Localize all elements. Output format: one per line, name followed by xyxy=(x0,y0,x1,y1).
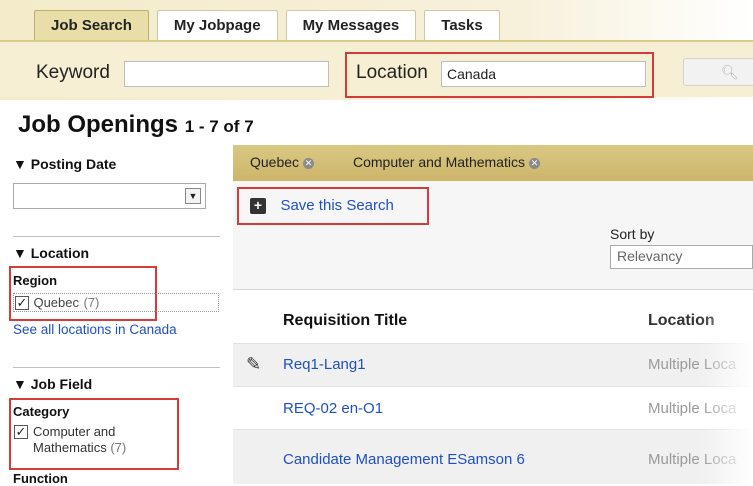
keyword-input[interactable] xyxy=(124,61,329,87)
plus-icon: + xyxy=(250,197,266,214)
results-count: 1 - 7 of 7 xyxy=(184,117,254,136)
see-all-locations-link[interactable]: See all locations in Canada xyxy=(13,322,177,337)
job-field-header[interactable]: ▼ Job Field xyxy=(13,376,92,392)
chevron-down-icon: ▼ xyxy=(185,188,201,204)
posting-date-header[interactable]: ▼ Posting Date xyxy=(13,156,116,172)
location-filter-header[interactable]: ▼ Location xyxy=(13,245,89,261)
column-header-title[interactable]: Requisition Title xyxy=(283,312,407,330)
table-row: ✎ Req1-Lang1 Multiple Loca xyxy=(233,343,753,386)
search-button[interactable]: 🔍︎ xyxy=(683,58,753,86)
tab-bar: Job Search My Jobpage My Messages Tasks xyxy=(34,10,500,40)
sort-by-label: Sort by xyxy=(610,226,655,242)
category-option-line-2: Mathematics xyxy=(33,440,107,455)
filter-chip-label: Quebec xyxy=(250,154,300,170)
filter-chip-computer-mathematics[interactable]: Computer and Mathematics ✕ xyxy=(353,154,540,170)
keyword-label: Keyword xyxy=(36,62,110,83)
pencil-icon[interactable]: ✎ xyxy=(246,354,261,375)
requisition-title-link[interactable]: REQ-02 en-O1 xyxy=(283,400,383,417)
region-option-quebec[interactable]: ✓ Quebec (7) xyxy=(13,293,219,312)
sort-select-value: Relevancy xyxy=(617,248,683,264)
remove-filter-icon[interactable]: ✕ xyxy=(303,157,315,169)
quebec-checkbox[interactable]: ✓ xyxy=(15,295,29,310)
search-icon: 🔍︎ xyxy=(721,64,739,80)
remove-filter-icon[interactable]: ✕ xyxy=(528,157,540,169)
category-label: Category xyxy=(13,404,70,419)
location-label: Location xyxy=(356,62,428,83)
category-option-computer-mathematics[interactable]: Computer and Mathematics (7) xyxy=(33,424,126,456)
region-label: Region xyxy=(13,273,58,288)
posting-date-select[interactable]: ▼ xyxy=(13,183,206,209)
sort-select[interactable]: Relevancy xyxy=(610,245,753,269)
row-location: Multiple Loca xyxy=(648,356,737,373)
tab-my-jobpage[interactable]: My Jobpage xyxy=(156,10,278,40)
computer-mathematics-checkbox[interactable]: ✓ xyxy=(14,425,28,439)
divider xyxy=(13,236,220,237)
row-location: Multiple Loca xyxy=(648,400,737,417)
table-row: Candidate Management ESamson 6 Multiple … xyxy=(233,429,753,484)
page-title: Job Openings 1 - 7 of 7 xyxy=(18,111,254,139)
column-header-location[interactable]: Location xyxy=(648,312,715,330)
requisition-title-link[interactable]: Req1-Lang1 xyxy=(283,356,366,373)
tab-my-messages[interactable]: My Messages xyxy=(285,10,417,40)
quebec-label: Quebec xyxy=(33,295,79,310)
filter-chip-quebec[interactable]: Quebec ✕ xyxy=(250,154,315,170)
tab-tasks[interactable]: Tasks xyxy=(424,10,500,40)
category-count: (7) xyxy=(110,440,127,455)
row-location: Multiple Loca xyxy=(648,451,737,468)
divider xyxy=(13,367,220,368)
location-input[interactable] xyxy=(441,61,646,87)
page-title-text: Job Openings xyxy=(18,111,179,138)
quebec-count: (7) xyxy=(83,295,100,310)
save-search-label: Save this Search xyxy=(280,197,394,214)
requisition-title-link[interactable]: Candidate Management ESamson 6 xyxy=(283,451,525,468)
save-search-button[interactable]: + Save this Search xyxy=(250,197,394,215)
category-option-line-1: Computer and xyxy=(33,424,116,439)
table-row: REQ-02 en-O1 Multiple Loca xyxy=(233,386,753,429)
filter-chip-label: Computer and Mathematics xyxy=(353,154,525,170)
tab-job-search[interactable]: Job Search xyxy=(34,10,149,40)
